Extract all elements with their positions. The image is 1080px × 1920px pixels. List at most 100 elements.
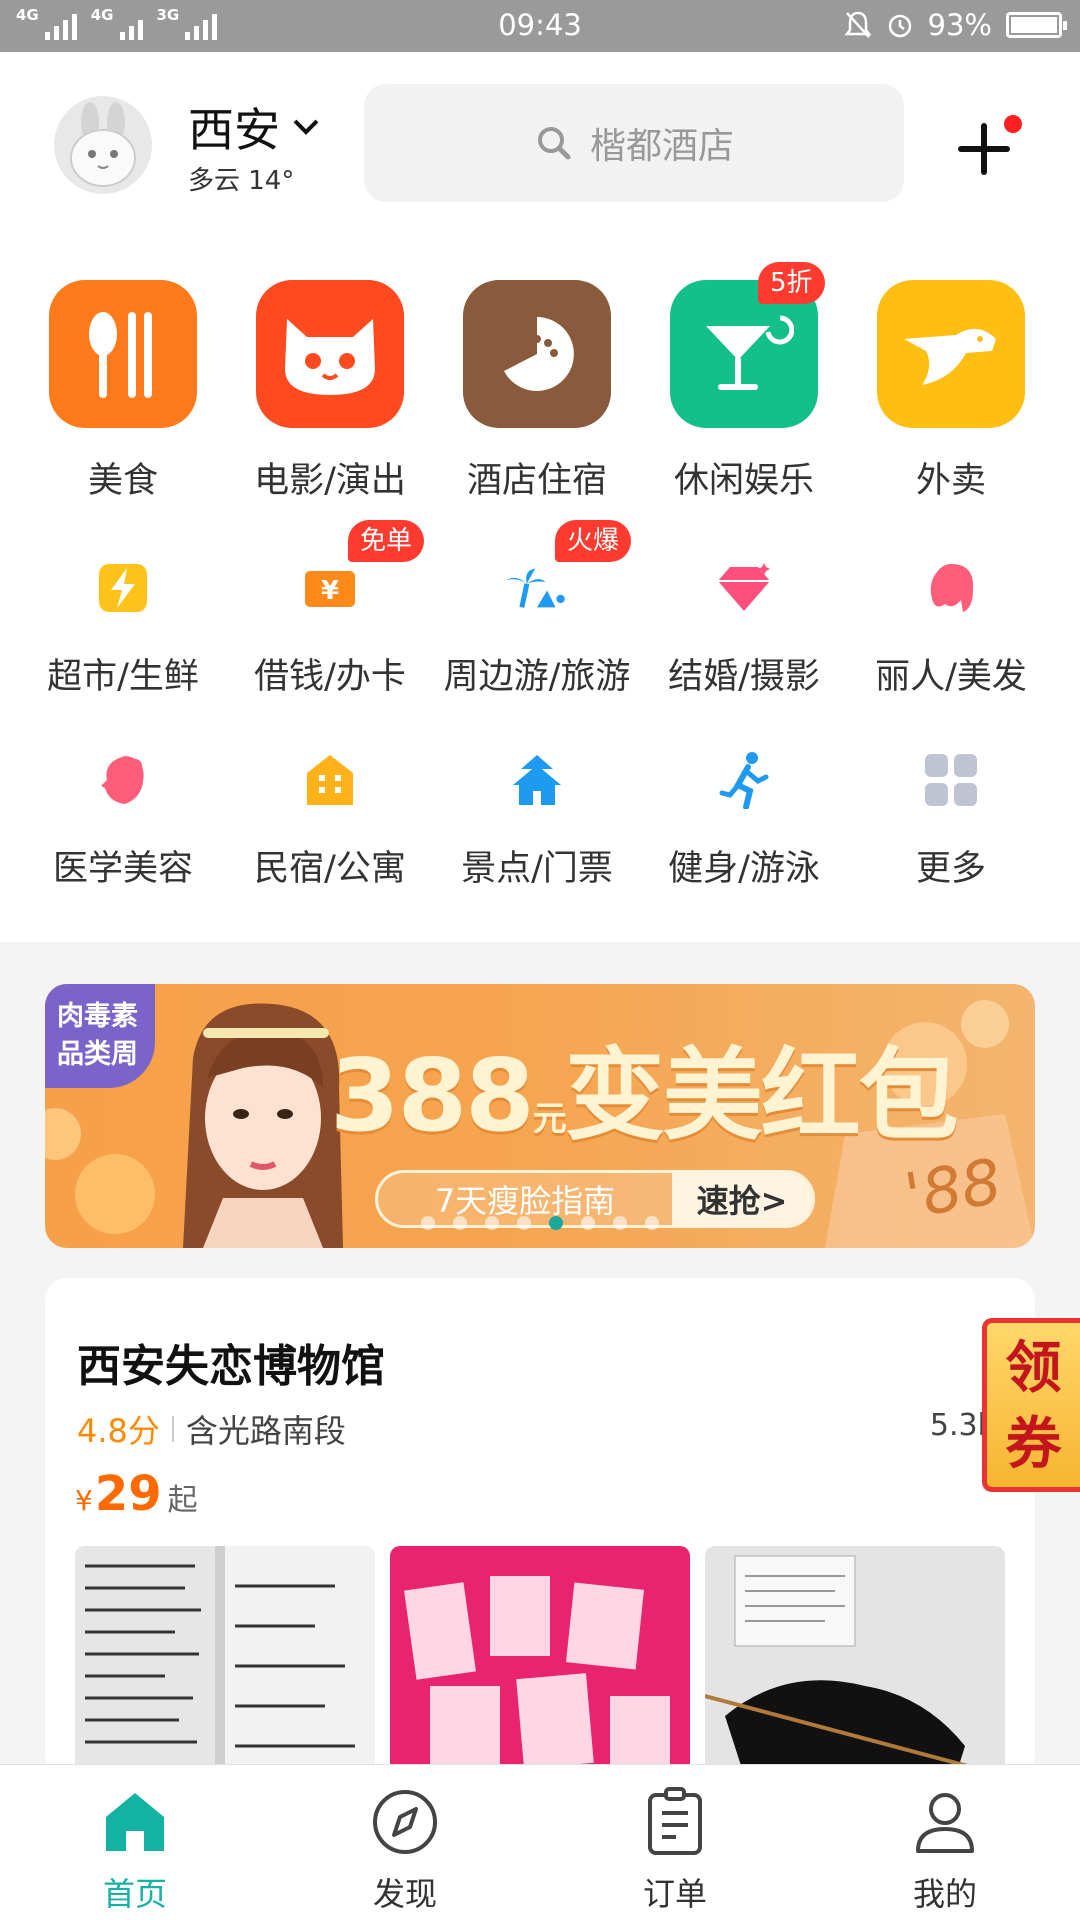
order-icon [640, 1787, 710, 1857]
rabbit-avatar-icon [70, 102, 136, 187]
tab-profile[interactable]: 我的 [810, 1765, 1080, 1920]
category-label: 外卖 [915, 461, 986, 501]
tab-label: 首页 [102, 1875, 167, 1913]
tab-discover[interactable]: 发现 [270, 1765, 540, 1920]
face-icon [91, 748, 155, 812]
carousel-dot[interactable] [485, 1216, 499, 1230]
compass-icon [370, 1787, 440, 1857]
bell-muted-icon [844, 11, 872, 38]
venue-score: 4.8分 [77, 1412, 160, 1450]
category-leisure[interactable]: 5折 休闲娱乐 [641, 262, 847, 503]
runner-icon [712, 748, 776, 812]
status-bar: 4G 4G 3G 09:43 93% [0, 0, 1080, 52]
lightning-icon [91, 556, 155, 620]
category-food[interactable]: 美食 [20, 280, 226, 503]
yuan-card-icon: ¥ 免单 [298, 520, 425, 620]
tab-orders[interactable]: 订单 [540, 1765, 810, 1920]
category-beauty[interactable]: 丽人/美发 [848, 556, 1054, 699]
venue-meta: 4.8分 含光路南段 [77, 1406, 346, 1452]
carousel-dot[interactable] [613, 1216, 627, 1230]
bottom-tabbar: 首页 发现 订单 我的 [0, 1764, 1080, 1920]
category-label: 健身/游泳 [668, 849, 820, 889]
grid-icon [919, 748, 983, 812]
category-label: 景点/门票 [461, 849, 613, 889]
tab-label: 发现 [372, 1875, 437, 1913]
banner-tag: 肉毒素品类周 [45, 984, 155, 1088]
category-more[interactable]: 更多 [848, 748, 1054, 891]
carousel-dots [45, 1216, 1035, 1230]
palm-tree-icon: 火爆 [505, 520, 632, 620]
category-loan[interactable]: ¥ 免单 借钱/办卡 [227, 520, 433, 699]
chevron-down-icon [293, 119, 319, 135]
discount-badge: 5折 [758, 262, 825, 304]
fork-spoon-icon [49, 280, 197, 428]
category-label: 超市/生鲜 [47, 657, 199, 697]
category-hotel[interactable]: 酒店住宿 [434, 280, 640, 503]
category-fitness[interactable]: 健身/游泳 [641, 748, 847, 891]
category-label: 丽人/美发 [875, 657, 1027, 697]
notification-dot [1004, 115, 1022, 133]
promo-banner[interactable]: 肉毒素品类周 388元变美红包 7天瘦脸指南 速抢> '88 [45, 984, 1035, 1248]
tab-label: 我的 [912, 1875, 977, 1913]
free-badge: 免单 [348, 520, 425, 562]
category-label: 民宿/公寓 [254, 849, 406, 889]
venue-title: 西安失恋博物馆 [77, 1341, 385, 1392]
header: 西安 多云 14° 楷都酒店 [0, 52, 1080, 202]
category-wedding[interactable]: 结婚/摄影 [641, 556, 847, 699]
home-icon [100, 1787, 170, 1857]
search-icon [537, 127, 571, 160]
coupon-button[interactable]: 领 券 [982, 1318, 1080, 1492]
category-label: 结婚/摄影 [668, 657, 820, 697]
venue-photo[interactable] [75, 1546, 375, 1778]
venue-price: ¥ 29 起 [75, 1466, 198, 1522]
category-label: 休闲娱乐 [673, 461, 814, 501]
pagoda-icon [505, 748, 569, 812]
venue-address: 含光路南段 [185, 1412, 346, 1450]
diamond-icon [712, 556, 776, 620]
category-homestay[interactable]: 民宿/公寓 [227, 748, 433, 891]
tab-home[interactable]: 首页 [0, 1765, 270, 1920]
category-grid: 美食 电影/演出 酒店住宿 5折 休闲娱乐 外卖 超市/生鲜 ¥ 免单 借钱/办… [0, 202, 1080, 942]
battery-percent: 93% [927, 8, 992, 42]
carousel-dot[interactable] [517, 1216, 531, 1230]
category-medical-beauty[interactable]: 医学美容 [20, 748, 226, 891]
category-label: 电影/演出 [254, 461, 406, 501]
carousel-dot[interactable] [581, 1216, 595, 1230]
search-input[interactable]: 楷都酒店 [364, 84, 904, 202]
hotel-icon [463, 280, 611, 428]
city-label: 西安 [188, 103, 280, 157]
alarm-icon [888, 14, 911, 38]
cat-face-icon [256, 280, 404, 428]
carousel-dot[interactable] [421, 1216, 435, 1230]
add-button[interactable] [950, 112, 1024, 186]
recommend-card[interactable]: 西安失恋博物馆 × 4.8分 含光路南段 5.3k ¥ 29 起 [45, 1278, 1035, 1778]
house-icon [298, 748, 362, 812]
category-takeout[interactable]: 外卖 [848, 280, 1054, 503]
svg-text:¥: ¥ [321, 576, 339, 606]
venue-photo[interactable] [390, 1546, 690, 1778]
category-label: 美食 [87, 461, 158, 501]
weather-text: 多云 14° [188, 166, 295, 196]
hot-badge: 火爆 [555, 520, 632, 562]
category-movie[interactable]: 电影/演出 [227, 280, 433, 503]
carousel-dot[interactable] [645, 1216, 659, 1230]
kangaroo-icon [877, 280, 1025, 428]
battery-icon [1006, 12, 1067, 38]
city-selector[interactable]: 西安 [188, 94, 320, 160]
category-attractions[interactable]: 景点/门票 [434, 748, 640, 891]
category-travel[interactable]: 火爆 周边游/旅游 [434, 520, 640, 699]
tab-label: 订单 [642, 1875, 707, 1913]
avatar[interactable] [54, 96, 152, 194]
carousel-dot[interactable] [549, 1216, 563, 1230]
hair-icon [919, 556, 983, 620]
venue-photo[interactable] [705, 1546, 1005, 1778]
cocktail-icon: 5折 [670, 262, 825, 428]
category-label: 更多 [915, 849, 986, 889]
category-label: 周边游/旅游 [443, 657, 631, 697]
carousel-dot[interactable] [453, 1216, 467, 1230]
category-supermarket[interactable]: 超市/生鲜 [20, 556, 226, 699]
status-right: 93% [844, 8, 1067, 42]
divider [171, 1416, 174, 1442]
category-label: 医学美容 [52, 849, 193, 889]
search-placeholder: 楷都酒店 [589, 126, 734, 167]
